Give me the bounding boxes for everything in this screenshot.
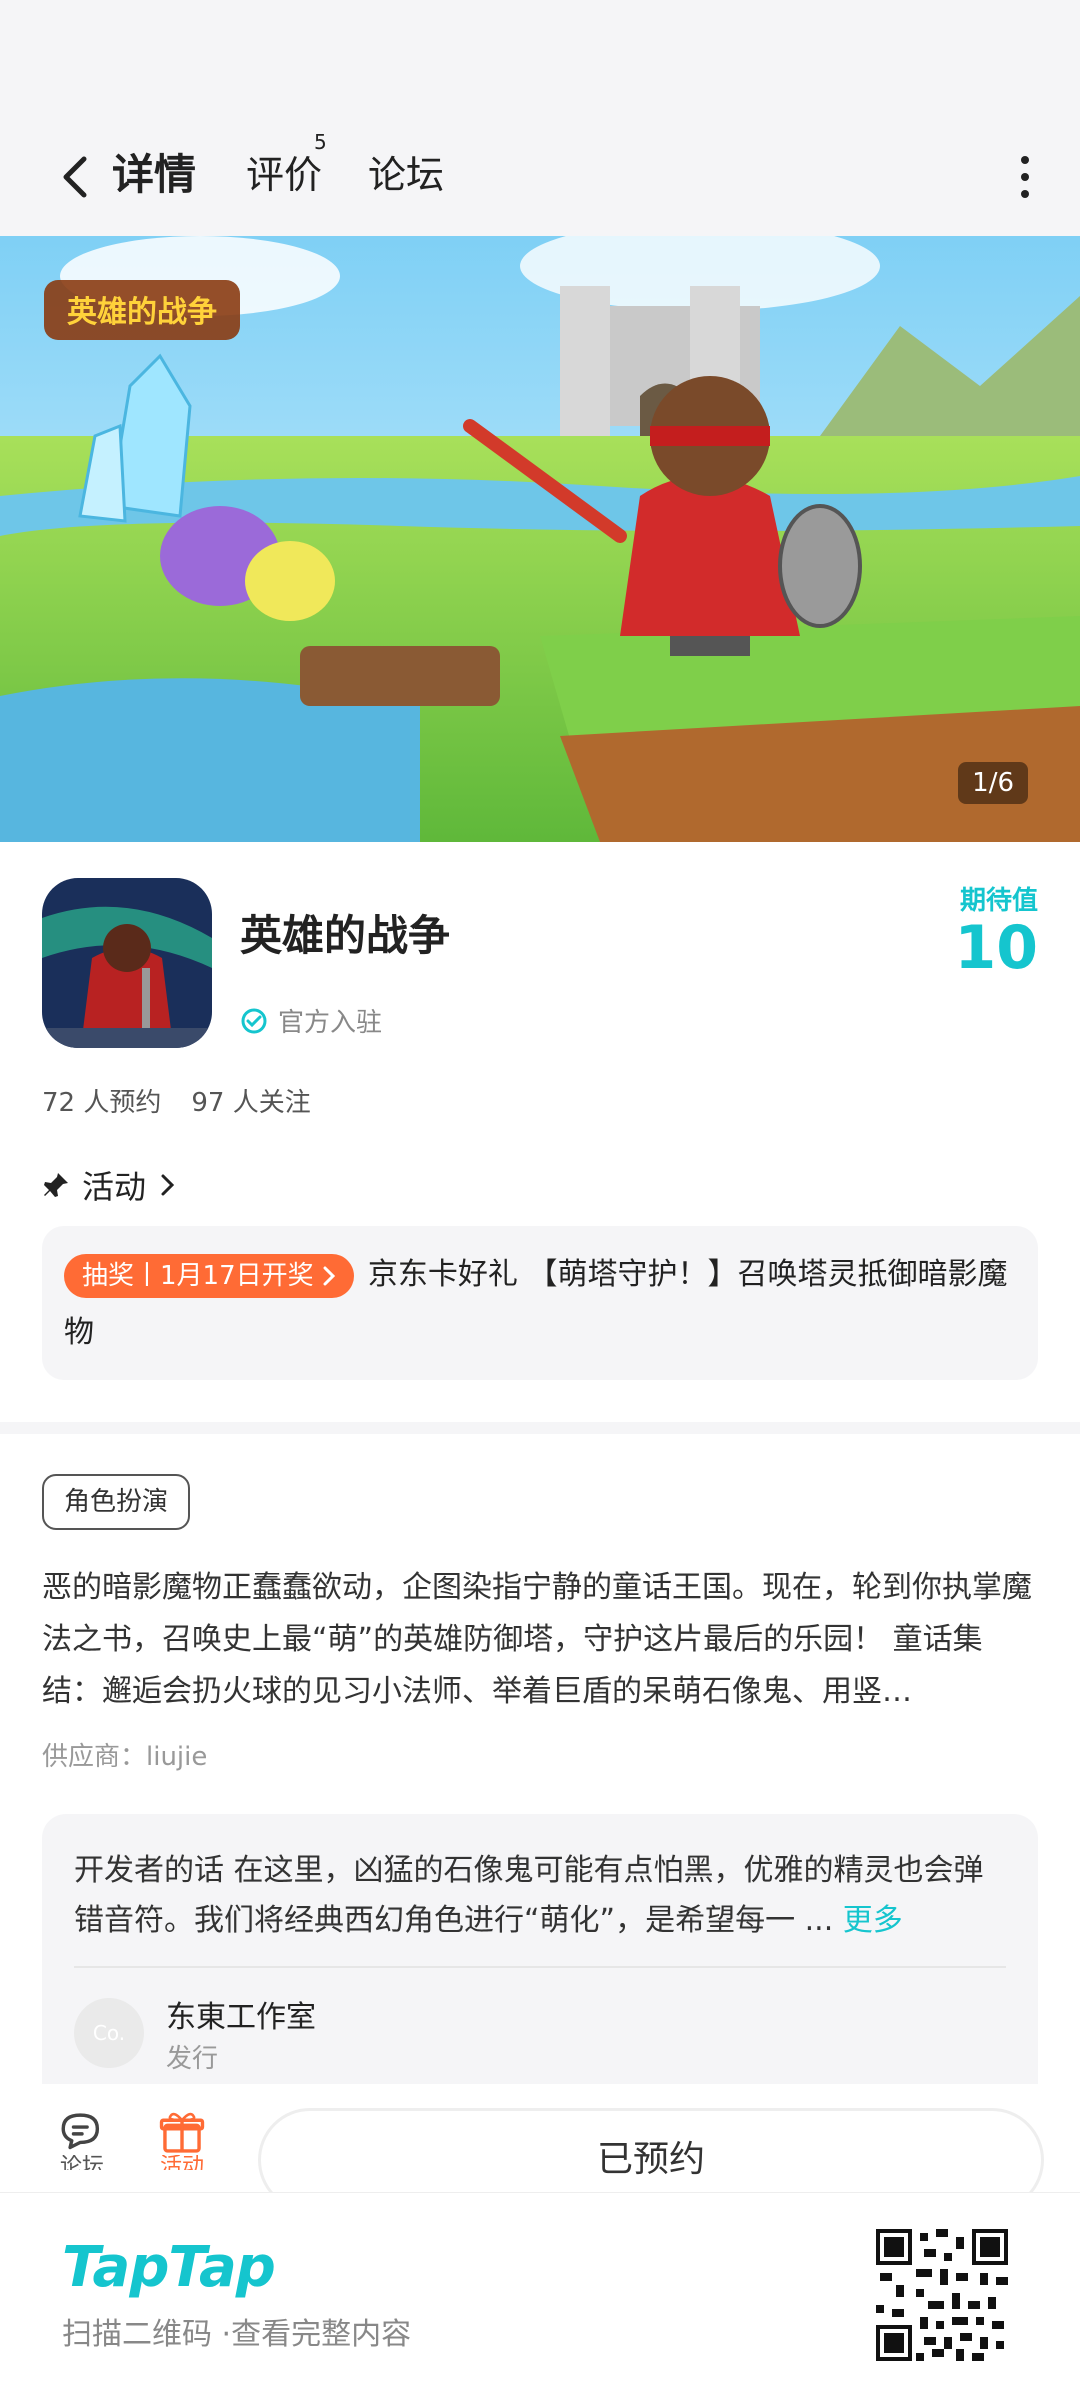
section-divider <box>0 1422 1080 1434</box>
tab-detail[interactable]: 详情 <box>108 140 201 210</box>
description-section: 角色扮演 恶的暗影魔物正蠢蠢欲动，企图染指宁静的童话王国。现在，轮到你执掌魔法之… <box>0 1434 1080 2084</box>
game-description[interactable]: 恶的暗影魔物正蠢蠢欲动，企图染指宁静的童话王国。现在，轮到你执掌魔法之书，召唤史… <box>42 1562 1038 1718</box>
more-link[interactable]: 更多 <box>843 1903 903 1938</box>
more-dot-icon <box>1021 190 1029 198</box>
lottery-badge-label: 抽奖丨1月17日开奖 <box>82 1260 314 1291</box>
lottery-badge: 抽奖丨1月17日开奖 <box>64 1253 354 1298</box>
reservation-count: 72 人预约 <box>42 1088 162 1118</box>
developer-note-card[interactable]: 开发者的话 在这里，凶猛的石像鬼可能有点怕黑，优雅的精灵也会弹错音符。我们将经典… <box>42 1814 1038 2084</box>
publisher-row[interactable]: Co. 东東工作室 发行 <box>74 1968 1006 2088</box>
top-navigation-bar: 详情 评价 5 论坛 <box>0 120 1080 236</box>
expectation-label: 期待值 <box>959 886 1038 916</box>
genre-tag[interactable]: 角色扮演 <box>42 1474 191 1530</box>
publisher-name: 东東工作室 <box>166 2000 316 2035</box>
banner-illustration: 英雄的战争 <box>0 236 1080 842</box>
follower-count: 97 人关注 <box>191 1088 311 1118</box>
forum-button[interactable]: 论坛 <box>52 2110 112 2170</box>
publisher-avatar: Co. <box>74 1998 144 2068</box>
verified-check-icon <box>241 1008 267 1033</box>
gift-icon <box>159 2112 205 2153</box>
back-arrow-icon <box>63 156 87 198</box>
activity-label: 活动 <box>159 2154 204 2170</box>
chevron-right-icon <box>161 1174 175 1196</box>
scan-qr-hint: 扫描二维码 ·查看完整内容 <box>62 2317 412 2352</box>
more-dot-icon <box>1021 156 1029 164</box>
tab-review-label: 评价 <box>246 153 323 197</box>
developer-note: 开发者的话 在这里，凶猛的石像鬼可能有点怕黑，优雅的精灵也会弹错音符。我们将经典… <box>74 1846 1006 1946</box>
qr-code[interactable] <box>876 2229 1008 2361</box>
publisher-role: 发行 <box>166 2044 219 2074</box>
tab-review[interactable]: 评价 5 <box>246 132 327 210</box>
chat-bubble-icon <box>61 2113 100 2150</box>
tab-detail-label: 详情 <box>112 150 197 199</box>
official-badge: 官方入驻 <box>240 1002 382 1039</box>
expectation-score: 期待值 10 <box>955 880 1039 979</box>
game-title: 英雄的战争 <box>240 911 451 960</box>
screenshot-carousel[interactable]: 英雄的战争 1/6 <box>0 236 1080 842</box>
chevron-right-icon <box>323 1266 336 1285</box>
app-icon-image <box>42 878 212 1048</box>
game-info-section: 英雄的战争 官方入驻 期待值 10 72 人预约 97 人关注 活动 抽奖丨1月… <box>0 842 1080 1422</box>
game-logo: 英雄的战争 <box>44 280 240 340</box>
taptap-logo: TapTap <box>62 2235 276 2300</box>
pin-icon <box>44 1173 68 1197</box>
activity-button[interactable]: 活动 <box>152 2110 212 2170</box>
tab-forum-label: 论坛 <box>368 153 445 197</box>
bottom-action-bar: 论坛 活动 已预约 <box>0 2084 1080 2212</box>
supplier-info: 供应商：liujie <box>42 1742 208 1772</box>
back-button[interactable] <box>40 142 110 212</box>
taptap-footer: TapTap 扫描二维码 ·查看完整内容 <box>0 2192 1080 2401</box>
review-count-badge: 5 <box>314 130 327 154</box>
expectation-value: 10 <box>954 913 1039 983</box>
status-bar-area <box>0 0 1080 120</box>
more-options-button[interactable] <box>1000 142 1050 212</box>
activity-card[interactable]: 抽奖丨1月17日开奖 京东卡好礼 【萌塔守护！】召唤塔灵抵御暗影魔物 <box>42 1226 1038 1380</box>
carousel-counter: 1/6 <box>958 762 1028 804</box>
game-stats: 72 人预约 97 人关注 <box>42 1082 311 1119</box>
forum-label: 论坛 <box>59 2154 104 2170</box>
more-dot-icon <box>1021 173 1029 181</box>
tab-forum[interactable]: 论坛 <box>368 140 444 210</box>
app-icon <box>42 878 212 1048</box>
svg-text:英雄的战争: 英雄的战争 <box>67 295 217 330</box>
official-label: 官方入驻 <box>278 1008 383 1038</box>
activity-header[interactable]: 活动 <box>42 1162 178 1208</box>
activity-heading: 活动 <box>82 1168 147 1206</box>
